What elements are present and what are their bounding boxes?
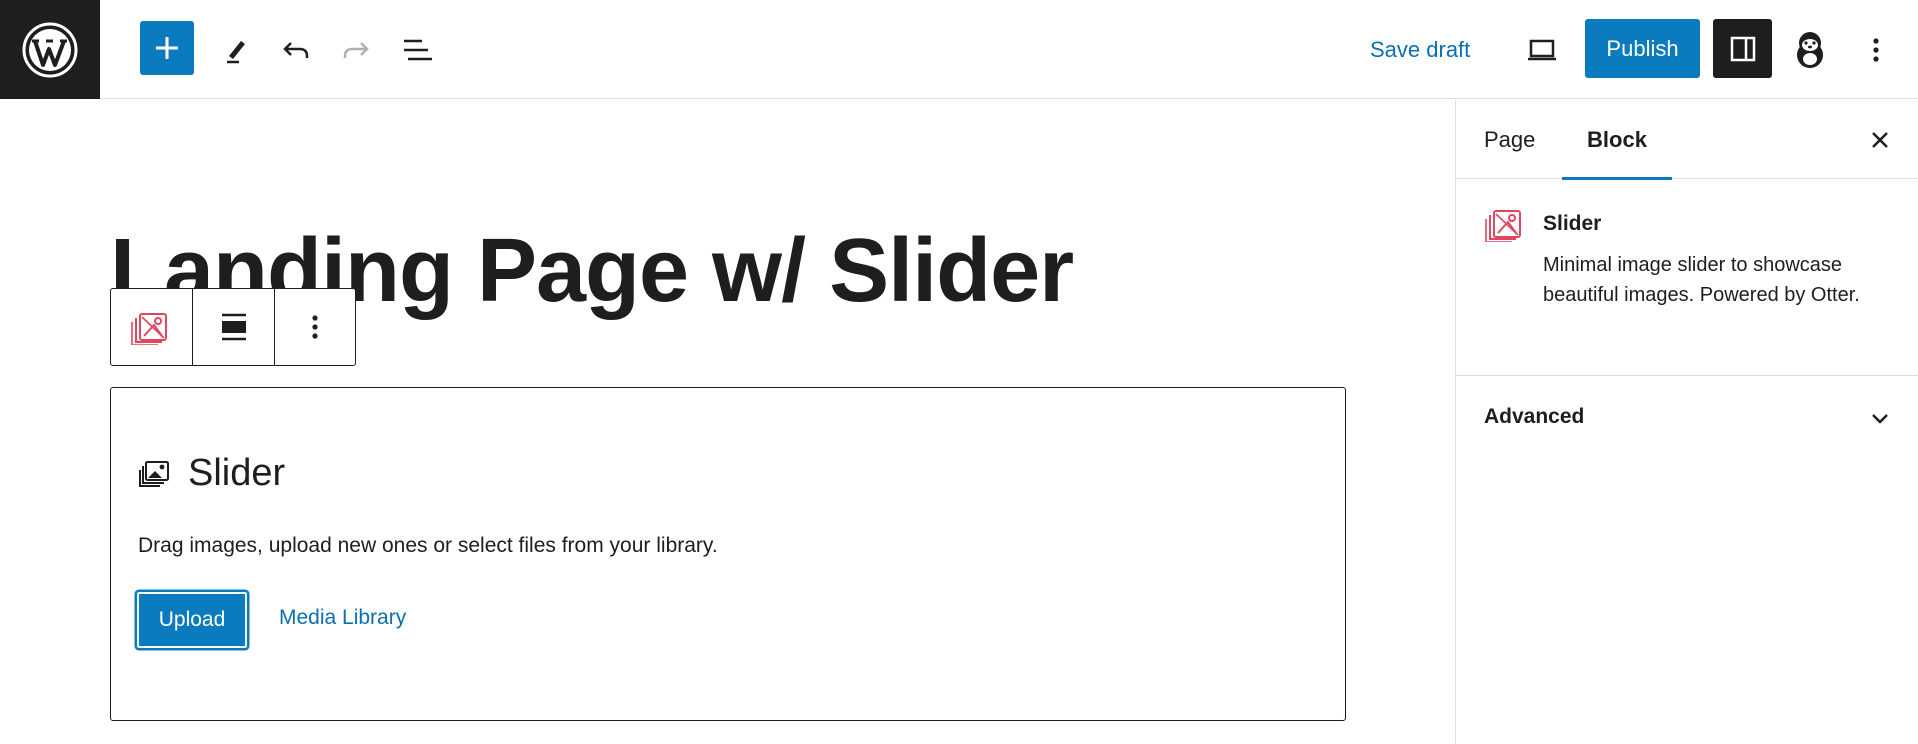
settings-toggle-button[interactable]	[1713, 19, 1772, 78]
upload-button[interactable]: Upload	[136, 591, 248, 649]
publish-button[interactable]: Publish	[1585, 19, 1700, 78]
close-icon	[1872, 132, 1888, 148]
preview-button[interactable]	[1518, 26, 1566, 74]
advanced-panel-toggle[interactable]: Advanced	[1456, 377, 1918, 457]
placeholder-instructions: Drag images, upload new ones or select f…	[138, 534, 718, 557]
block-toolbar	[110, 288, 356, 366]
align-icon	[221, 313, 246, 341]
options-menu-button[interactable]	[1852, 26, 1900, 74]
chevron-down-icon	[1862, 401, 1898, 437]
otter-plugin-button[interactable]	[1786, 24, 1834, 74]
block-card: Slider Minimal image slider to showcase …	[1456, 180, 1918, 376]
list-view-button[interactable]	[394, 26, 442, 74]
redo-button[interactable]	[332, 26, 380, 74]
more-options-icon	[312, 315, 318, 339]
slider-block-icon	[1485, 210, 1521, 243]
desktop-preview-icon	[1528, 39, 1556, 61]
editor-canvas: Landing Page w/ Slider Slider Drag image…	[0, 100, 1455, 744]
gallery-icon	[139, 460, 169, 487]
tab-page[interactable]: Page	[1484, 100, 1535, 179]
wordpress-logo[interactable]	[0, 0, 100, 99]
placeholder-header: Slider	[138, 452, 285, 495]
align-button[interactable]	[193, 289, 275, 365]
block-inserter-button[interactable]	[140, 21, 194, 75]
pencil-icon	[227, 41, 245, 64]
tab-block[interactable]: Block	[1562, 100, 1672, 180]
list-view-icon	[404, 39, 432, 61]
tools-button[interactable]	[212, 26, 260, 74]
undo-icon	[283, 42, 309, 58]
close-sidebar-button[interactable]	[1856, 116, 1904, 164]
redo-icon	[343, 42, 369, 58]
media-library-button[interactable]: Media Library	[279, 606, 406, 630]
undo-button[interactable]	[272, 26, 320, 74]
slider-placeholder: Slider Drag images, upload new ones or s…	[110, 387, 1346, 721]
settings-sidebar: Page Block Slider Minimal image slider t…	[1455, 100, 1918, 744]
block-type-button[interactable]	[111, 289, 193, 365]
sidebar-tabs: Page Block	[1456, 100, 1918, 180]
save-draft-button[interactable]: Save draft	[1370, 30, 1470, 70]
block-card-title: Slider	[1543, 212, 1602, 235]
block-card-icon-wrap	[1484, 206, 1528, 247]
placeholder-title: Slider	[188, 452, 286, 494]
sidebar-toggle-icon	[1730, 36, 1755, 61]
block-card-description: Minimal image slider to showcase beautif…	[1543, 254, 1860, 306]
advanced-panel-label: Advanced	[1484, 405, 1585, 428]
plus-icon	[156, 37, 178, 59]
editor-header: Save draft Publish	[0, 0, 1918, 99]
otter-icon	[1797, 32, 1823, 68]
more-vertical-icon	[1873, 38, 1879, 62]
block-options-button[interactable]	[275, 289, 355, 365]
wordpress-icon	[22, 22, 78, 77]
slider-block-icon	[130, 313, 167, 345]
